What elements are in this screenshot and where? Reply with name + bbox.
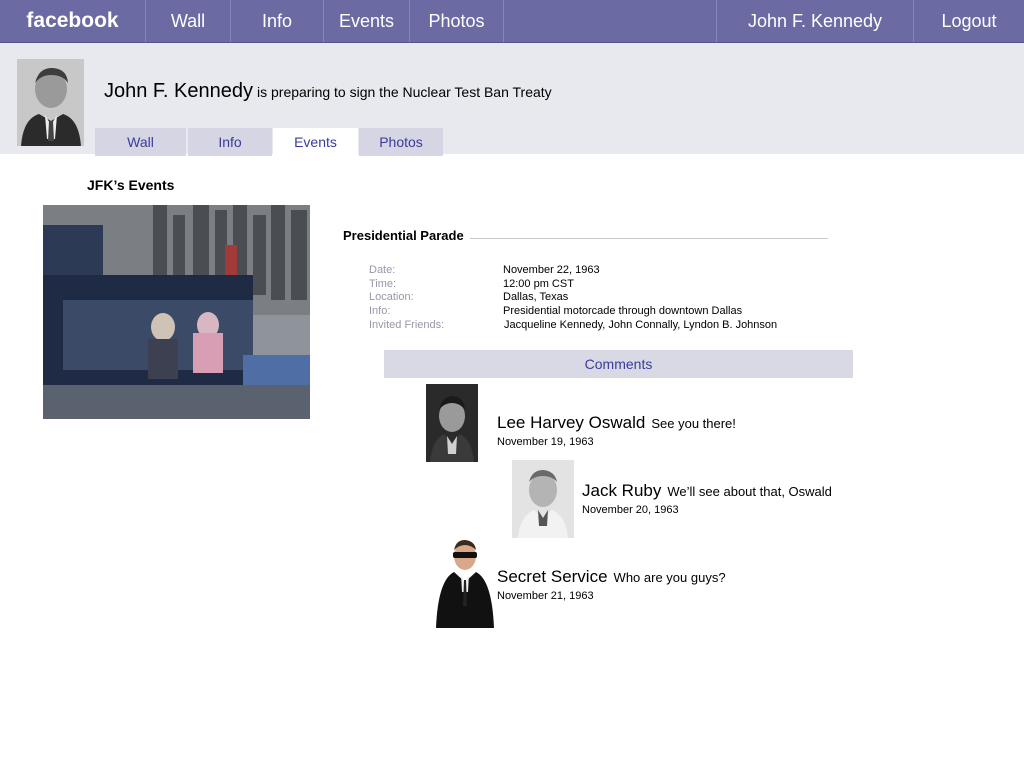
facebook-logo[interactable]: facebook xyxy=(0,0,145,42)
comment-2: Jack Ruby We’ll see about that, Oswald xyxy=(582,481,832,501)
time-value: 12:00 pm CST xyxy=(503,278,574,290)
secret-service-photo-image xyxy=(434,536,496,628)
comment-text: We’ll see about that, Oswald xyxy=(667,484,832,499)
date-label: Date: xyxy=(369,264,396,276)
comment-3: Secret Service Who are you guys? xyxy=(497,567,726,587)
current-user-link[interactable]: John F. Kennedy xyxy=(717,0,913,42)
tab-events[interactable]: Events xyxy=(273,128,358,156)
oswald-photo-image xyxy=(426,384,478,462)
location-label: Location: xyxy=(369,291,414,303)
invited-friends-label: Invited Friends: xyxy=(369,319,445,331)
commenter-name[interactable]: Jack Ruby xyxy=(582,481,661,500)
event-title[interactable]: Presidential Parade xyxy=(343,228,464,243)
comment-date: November 21, 1963 xyxy=(497,590,594,602)
logout-link[interactable]: Logout xyxy=(914,0,1024,42)
profile-status-text: is preparing to sign the Nuclear Test Ba… xyxy=(257,84,552,100)
invited-friends-value[interactable]: Jacqueline Kennedy, John Connally, Lyndo… xyxy=(504,319,777,333)
profile-name[interactable]: John F. Kennedy xyxy=(104,80,253,102)
event-title-divider xyxy=(470,238,828,239)
profile-status-line: John F. Kennedy is preparing to sign the … xyxy=(104,80,552,103)
nav-photos-link[interactable]: Photos xyxy=(410,0,503,42)
profile-avatar[interactable] xyxy=(17,59,84,146)
nav-wall-link[interactable]: Wall xyxy=(146,0,230,42)
nav-info-link[interactable]: Info xyxy=(231,0,323,42)
nav-events-link[interactable]: Events xyxy=(324,0,409,42)
date-value: November 22, 1963 xyxy=(503,264,600,276)
section-title: JFK’s Events xyxy=(87,177,175,193)
commenter-name[interactable]: Lee Harvey Oswald xyxy=(497,413,645,432)
location-value: Dallas, Texas xyxy=(503,291,569,303)
comment-text: See you there! xyxy=(651,416,736,431)
profile-portrait-image xyxy=(17,59,84,146)
comment-date: November 20, 1963 xyxy=(582,504,679,516)
comments-header[interactable]: Comments xyxy=(384,350,853,378)
nav-divider xyxy=(503,0,504,42)
commenter-avatar[interactable] xyxy=(512,460,574,538)
time-label: Time: xyxy=(369,278,397,290)
tab-photos[interactable]: Photos xyxy=(359,128,443,156)
commenter-avatar[interactable] xyxy=(434,536,496,628)
top-navigation-bar: facebook Wall Info Events Photos John F.… xyxy=(0,0,1024,43)
motorcade-photo-image xyxy=(43,205,310,419)
commenter-name[interactable]: Secret Service xyxy=(497,567,608,586)
tab-wall[interactable]: Wall xyxy=(95,128,186,156)
ruby-photo-image xyxy=(512,460,574,538)
info-value: Presidential motorcade through downtown … xyxy=(503,305,743,317)
event-photo[interactable] xyxy=(43,205,310,419)
comment-date: November 19, 1963 xyxy=(497,436,594,448)
commenter-avatar[interactable] xyxy=(426,384,478,462)
comment-text: Who are you guys? xyxy=(613,570,726,585)
info-label: Info: xyxy=(369,305,391,317)
tab-info[interactable]: Info xyxy=(188,128,272,156)
comment-1: Lee Harvey Oswald See you there! xyxy=(497,413,736,433)
